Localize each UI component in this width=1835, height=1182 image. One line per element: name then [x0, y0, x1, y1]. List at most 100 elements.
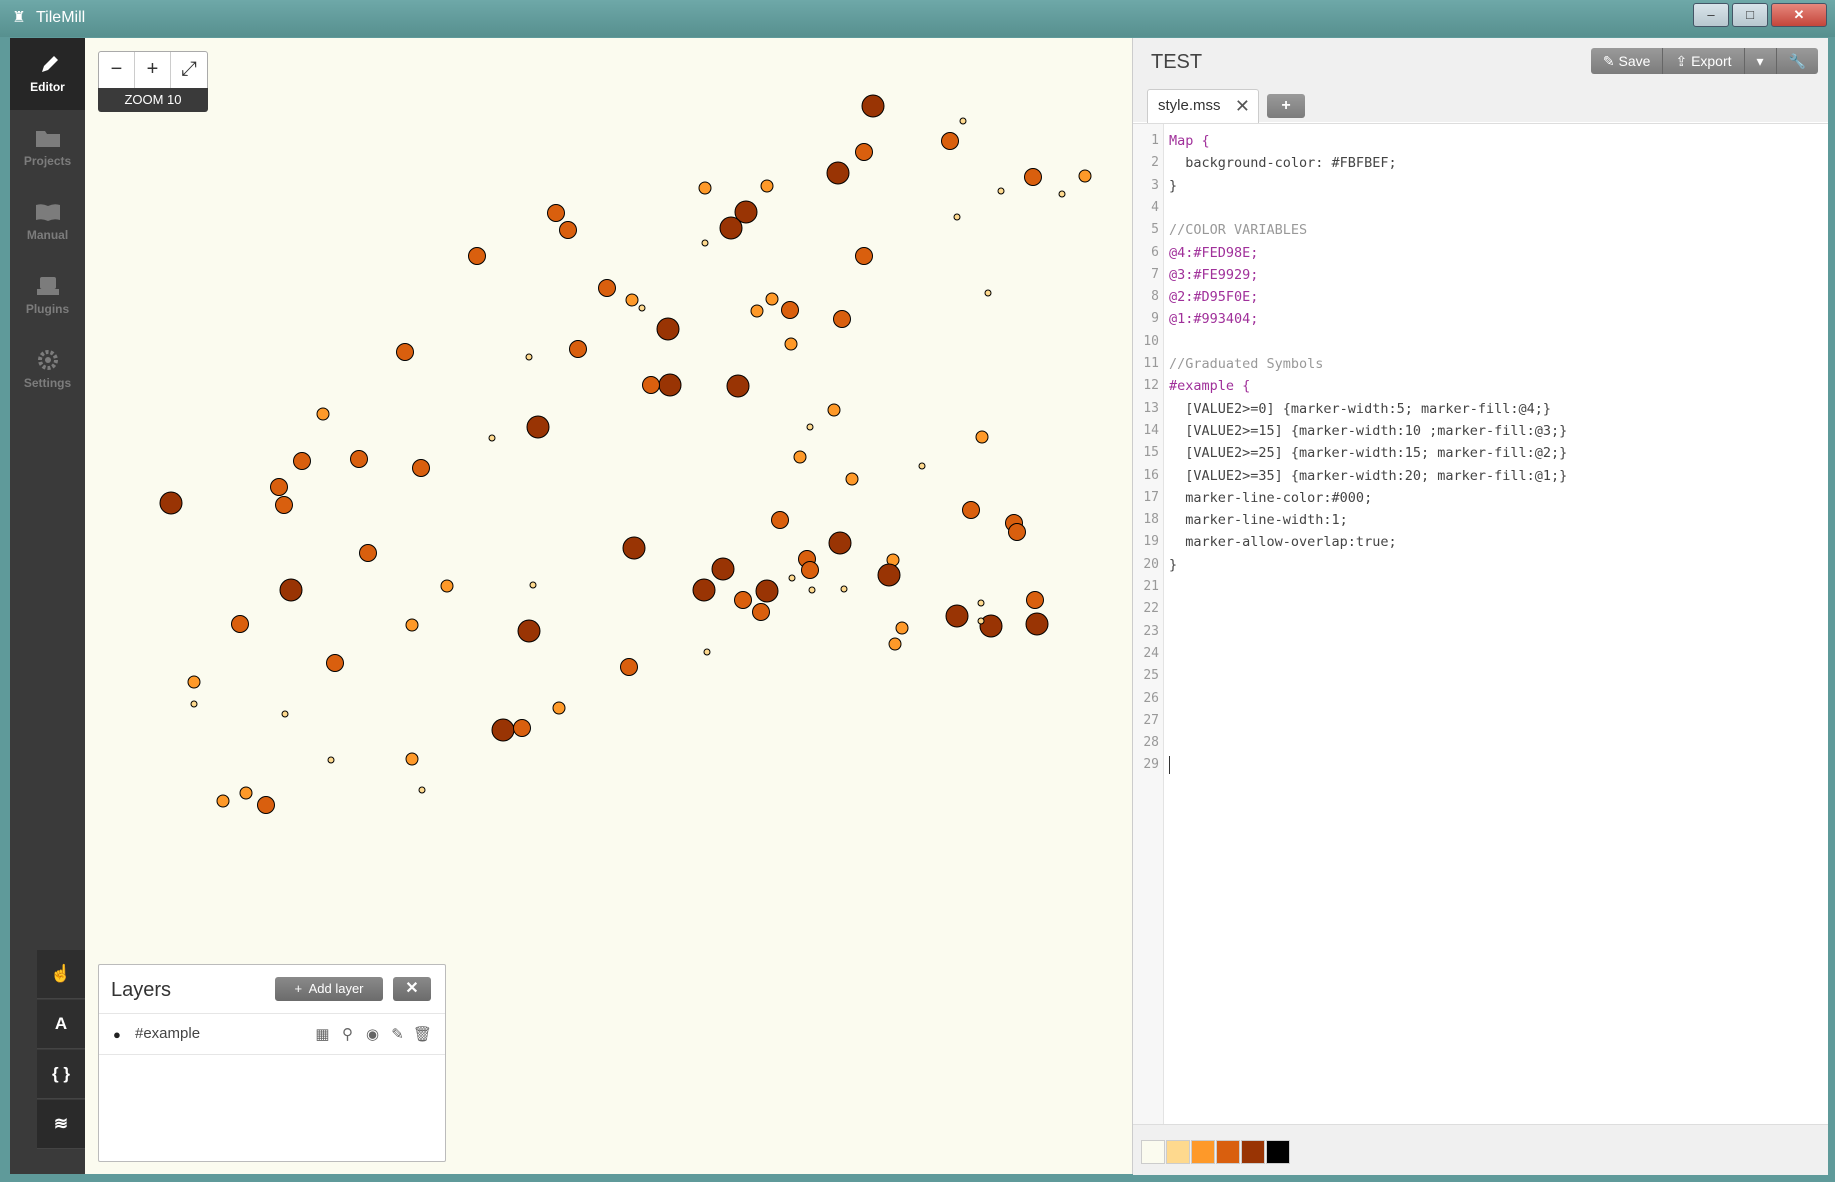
map-marker[interactable] — [962, 501, 980, 519]
braces-icon[interactable]: { } — [37, 1050, 85, 1099]
map-marker[interactable] — [855, 247, 873, 265]
map-marker[interactable] — [326, 654, 344, 672]
map-marker[interactable] — [765, 292, 779, 306]
map-marker[interactable] — [701, 239, 709, 247]
layer-row[interactable]: ● #example ▦ ⚲ ◉ ✎ 🗑 — [99, 1013, 445, 1055]
map-marker[interactable] — [526, 415, 550, 439]
map-marker[interactable] — [418, 786, 426, 794]
map-marker[interactable] — [638, 304, 646, 312]
title-bar[interactable]: ♜ TileMill – □ ✕ — [0, 0, 1835, 37]
palette-swatch[interactable] — [1216, 1140, 1240, 1164]
map-marker[interactable] — [979, 614, 1003, 638]
map-marker[interactable] — [405, 618, 419, 632]
map-marker[interactable] — [159, 491, 183, 515]
map-marker[interactable] — [412, 459, 430, 477]
map-marker[interactable] — [692, 578, 716, 602]
palette-swatch[interactable] — [1166, 1140, 1190, 1164]
map-marker[interactable] — [855, 143, 873, 161]
map-marker[interactable] — [231, 615, 249, 633]
map-marker[interactable] — [953, 213, 961, 221]
trash-icon[interactable]: 🗑 — [410, 1025, 435, 1043]
map-marker[interactable] — [513, 719, 531, 737]
search-icon[interactable]: ⚲ — [335, 1025, 360, 1043]
map-marker[interactable] — [517, 619, 541, 643]
nav-plugins[interactable]: Plugins — [10, 260, 85, 332]
maximize-button[interactable]: □ — [1732, 3, 1768, 27]
map-marker[interactable] — [270, 478, 288, 496]
map-marker[interactable] — [845, 472, 859, 486]
map-marker[interactable] — [405, 752, 419, 766]
map-marker[interactable] — [440, 579, 454, 593]
map-marker[interactable] — [239, 786, 253, 800]
map-marker[interactable] — [316, 407, 330, 421]
map-marker[interactable] — [755, 579, 779, 603]
map-marker[interactable] — [918, 462, 926, 470]
wrench-icon[interactable]: 🔧 — [1776, 48, 1818, 74]
map-marker[interactable] — [833, 310, 851, 328]
table-icon[interactable]: ▦ — [310, 1025, 335, 1043]
eye-icon[interactable]: ◉ — [360, 1025, 385, 1043]
minimize-button[interactable]: – — [1693, 3, 1729, 27]
map-marker[interactable] — [840, 585, 848, 593]
palette-swatch[interactable] — [1266, 1140, 1290, 1164]
map-marker[interactable] — [801, 561, 819, 579]
map-marker[interactable] — [750, 304, 764, 318]
map-marker[interactable] — [752, 603, 770, 621]
add-tab-button[interactable]: + — [1267, 94, 1305, 118]
map-marker[interactable] — [257, 796, 275, 814]
map-marker[interactable] — [977, 599, 985, 607]
palette-swatch[interactable] — [1241, 1140, 1265, 1164]
map-marker[interactable] — [698, 181, 712, 195]
map-marker[interactable] — [1008, 523, 1026, 541]
zoom-in-button[interactable]: + — [135, 52, 171, 88]
map-marker[interactable] — [719, 216, 743, 240]
map-marker[interactable] — [945, 604, 969, 628]
map-marker[interactable] — [1025, 612, 1049, 636]
nav-editor[interactable]: Editor — [10, 38, 85, 110]
map-marker[interactable] — [1078, 169, 1092, 183]
map-marker[interactable] — [552, 701, 566, 715]
nav-manual[interactable]: Manual — [10, 186, 85, 258]
export-button[interactable]: ⇪ Export — [1663, 48, 1745, 74]
map-marker[interactable] — [491, 718, 515, 742]
map-marker[interactable] — [468, 247, 486, 265]
map-marker[interactable] — [529, 581, 537, 589]
map-marker[interactable] — [784, 337, 798, 351]
map-marker[interactable] — [559, 221, 577, 239]
map-marker[interactable] — [977, 617, 985, 625]
map-marker[interactable] — [658, 373, 682, 397]
map-marker[interactable] — [806, 423, 814, 431]
map-marker[interactable] — [656, 317, 680, 341]
map-marker[interactable] — [293, 452, 311, 470]
map-marker[interactable] — [781, 301, 799, 319]
map-marker[interactable] — [888, 637, 902, 651]
map-marker[interactable] — [984, 289, 992, 297]
map-marker[interactable] — [703, 648, 711, 656]
map-marker[interactable] — [760, 179, 774, 193]
save-button[interactable]: ✎ Save — [1590, 48, 1664, 74]
map-marker[interactable] — [547, 204, 565, 222]
palette-swatch[interactable] — [1141, 1140, 1165, 1164]
map-marker[interactable] — [959, 117, 967, 125]
hand-pointer-icon[interactable]: ☝ — [37, 950, 85, 999]
add-layer-button[interactable]: + Add layer — [275, 977, 383, 1001]
map-marker[interactable] — [569, 340, 587, 358]
map-marker[interactable] — [625, 293, 639, 307]
map-marker[interactable] — [827, 403, 841, 417]
nav-projects[interactable]: Projects — [10, 112, 85, 184]
map-marker[interactable] — [620, 658, 638, 676]
map-marker[interactable] — [828, 531, 852, 555]
map-marker[interactable] — [975, 430, 989, 444]
map-marker[interactable] — [1058, 190, 1066, 198]
map-marker[interactable] — [350, 450, 368, 468]
map-marker[interactable] — [997, 187, 1005, 195]
map-marker[interactable] — [826, 161, 850, 185]
map-marker[interactable] — [941, 132, 959, 150]
palette-swatch[interactable] — [1191, 1140, 1215, 1164]
map-marker[interactable] — [279, 578, 303, 602]
export-dropdown-button[interactable]: ▾ — [1744, 48, 1777, 74]
fullscreen-icon[interactable]: ⤢ — [171, 52, 207, 88]
layers-icon[interactable]: ≋ — [37, 1100, 85, 1149]
map-marker[interactable] — [726, 374, 750, 398]
edit-icon[interactable]: ✎ — [385, 1025, 410, 1043]
